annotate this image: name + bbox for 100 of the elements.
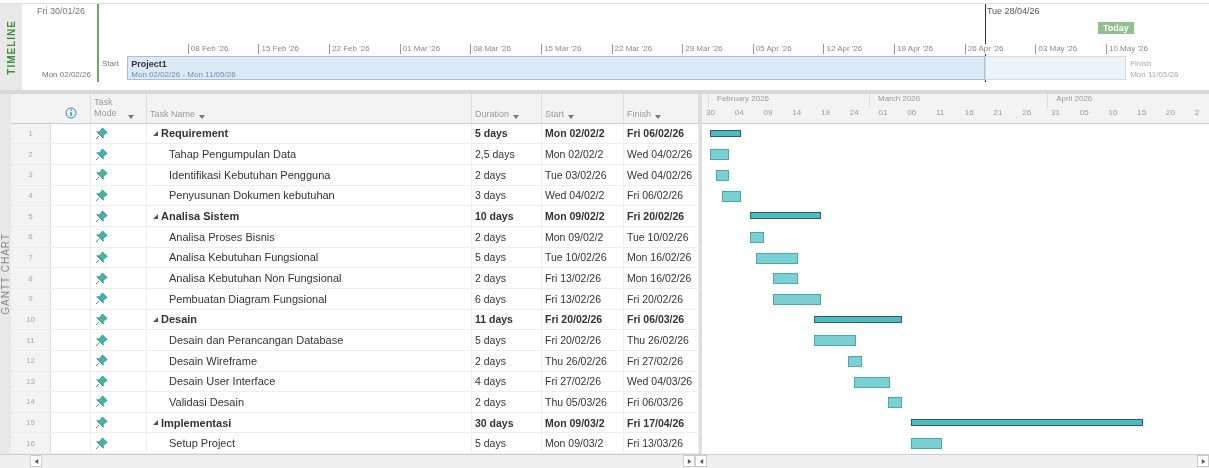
duration-cell: 2 days	[472, 226, 542, 247]
task-bar[interactable]	[756, 252, 799, 264]
task-bar[interactable]	[721, 190, 741, 202]
pushpin-icon	[95, 250, 108, 264]
finish-date: Mon 11/05/26	[1130, 70, 1179, 79]
day-label: 09	[763, 108, 774, 117]
task-bar[interactable]	[911, 438, 942, 450]
scroll-right-icon[interactable]	[1200, 458, 1206, 464]
row-number: 3	[11, 164, 51, 185]
dropdown-arrow-icon[interactable]	[199, 114, 205, 119]
start-cell: Mon 09/02/2	[542, 206, 624, 226]
timeline-label: TIMELINE	[5, 19, 17, 75]
row-number: 6	[11, 226, 51, 247]
start-cell: Fri 27/02/26	[542, 371, 624, 392]
task-name[interactable]: Analisa Kebutuhan Fungsional	[169, 251, 319, 264]
finish-cell: Thu 26/02/26	[624, 330, 699, 350]
scroll-left-icon[interactable]	[33, 458, 39, 464]
task-bar[interactable]	[888, 397, 902, 409]
start-cell: Wed 04/02/2	[542, 185, 624, 206]
day-label: 21	[993, 108, 1004, 117]
task-name[interactable]: Tahap Pengumpulan Data	[169, 148, 297, 161]
task-name[interactable]: Validasi Desain	[169, 396, 244, 408]
collapse-triangle-icon[interactable]	[153, 420, 158, 426]
scroll-left-icon[interactable]	[698, 458, 704, 464]
pushpin-icon	[95, 374, 108, 388]
task-bar[interactable]	[773, 293, 822, 305]
task-bar[interactable]	[715, 169, 730, 181]
finish-label: Finish	[1130, 59, 1152, 68]
day-label: 01	[878, 108, 889, 117]
task-bar[interactable]	[853, 376, 891, 388]
start-cell: Mon 02/02/2	[542, 123, 624, 144]
start-cell: Thu 05/03/26	[542, 392, 624, 412]
day-label: 05	[1079, 108, 1090, 117]
month-label: March 2026	[869, 94, 1048, 108]
day-label: 11	[936, 108, 946, 117]
task-name[interactable]: Pembuatan Diagram Fungsional	[169, 292, 327, 305]
pushpin-icon	[95, 436, 108, 450]
task-bar[interactable]	[773, 273, 799, 285]
task-name[interactable]: Identifikasi Kebutuhan Pengguna	[169, 168, 331, 181]
day-label: 26	[1022, 108, 1033, 117]
row-number: 15	[11, 412, 51, 433]
scroll-right-icon[interactable]	[686, 458, 692, 464]
dropdown-arrow-icon[interactable]	[513, 114, 520, 119]
task-name[interactable]: Analisa Kebutuhan Non Fungsional	[169, 272, 342, 285]
day-label: 19	[821, 108, 831, 117]
row-number: 1	[11, 123, 51, 144]
duration-cell: 5 days	[472, 123, 542, 144]
timeline-tick: 26 Apr '26	[964, 44, 1004, 54]
finish-cell: Fri 06/03/26	[624, 309, 699, 330]
summary-bar[interactable]	[813, 315, 902, 323]
task-bar[interactable]	[710, 149, 730, 161]
pushpin-icon	[95, 395, 108, 409]
timeline-tick: 12 Apr '26	[823, 44, 863, 54]
task-bar[interactable]	[848, 355, 862, 367]
dropdown-arrow-icon[interactable]	[568, 114, 574, 119]
task-name[interactable]: Desain	[161, 313, 198, 326]
day-label: 10	[1108, 108, 1119, 117]
duration-cell: 5 days	[472, 247, 542, 268]
start-label: Start	[102, 59, 119, 68]
finish-cell: Wed 04/03/26	[624, 371, 699, 392]
finish-cell: Mon 16/02/26	[624, 247, 699, 268]
collapse-triangle-icon[interactable]	[153, 130, 158, 136]
collapse-triangle-icon[interactable]	[153, 213, 158, 219]
start-cell: Thu 26/02/26	[542, 350, 624, 371]
dropdown-arrow-icon[interactable]	[655, 114, 661, 119]
task-name[interactable]: Setup Project	[169, 437, 236, 450]
summary-bar[interactable]	[911, 418, 1144, 426]
timeline-tick: 22 Mar '26	[611, 44, 653, 54]
duration-cell: 4 days	[472, 371, 542, 392]
timeline-tick: 22 Feb '26	[329, 44, 370, 54]
row-number: 12	[11, 350, 51, 371]
row-number: 5	[11, 206, 51, 226]
task-bar[interactable]	[750, 231, 764, 243]
finish-cell: Fri 20/02/26	[624, 206, 699, 226]
info-icon	[64, 106, 77, 119]
summary-bar[interactable]	[750, 212, 822, 220]
task-name[interactable]: Analisa Sistem	[161, 210, 240, 223]
summary-bar[interactable]	[710, 129, 741, 137]
month-label: February 2026	[708, 94, 869, 108]
task-name[interactable]: Implementasi	[161, 416, 232, 429]
task-bar[interactable]	[813, 335, 856, 347]
row-number: 14	[11, 392, 51, 412]
start-cell: Tue 10/02/26	[542, 247, 624, 268]
task-name[interactable]: Desain Wireframe	[169, 354, 258, 367]
collapse-triangle-icon[interactable]	[153, 316, 158, 322]
duration-cell: 10 days	[472, 206, 542, 226]
task-name[interactable]: Analisa Proses Bisnis	[169, 230, 275, 243]
day-label: 04	[734, 108, 745, 117]
pushpin-icon	[95, 147, 108, 161]
task-name[interactable]: Desain dan Perancangan Database	[169, 334, 344, 346]
today-date: Tue 28/04/26	[986, 6, 1040, 16]
row-number: 10	[11, 309, 51, 330]
pushpin-icon	[95, 312, 108, 326]
start-cell: Mon 09/03/2	[542, 433, 624, 454]
task-name[interactable]: Requirement	[161, 127, 229, 140]
finish-cell: Fri 06/03/26	[624, 392, 699, 412]
duration-cell: 2 days	[472, 350, 542, 371]
task-name[interactable]: Desain User Interface	[169, 375, 276, 388]
task-name[interactable]: Penyusunan Dokumen kebutuhan	[169, 189, 335, 202]
dropdown-arrow-icon[interactable]	[128, 114, 134, 119]
